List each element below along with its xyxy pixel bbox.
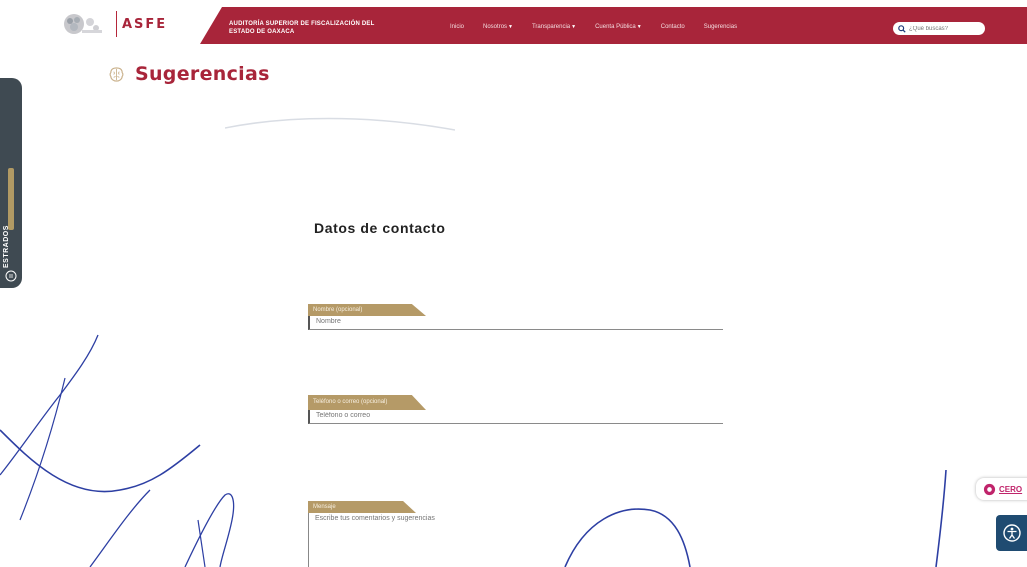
nav-item-contacto[interactable]: Contacto bbox=[661, 24, 685, 30]
logo-divider bbox=[116, 11, 117, 37]
name-field: Nombre (opcional) bbox=[308, 298, 723, 330]
organization-name: AUDITORÍA SUPERIOR DE FISCALIZACIÓN DEL … bbox=[229, 21, 375, 35]
nav-item-cuenta-publica[interactable]: Cuenta Pública▼ bbox=[595, 24, 642, 30]
message-field: Mensaje bbox=[308, 495, 723, 567]
side-tab-label: ESTRADOS bbox=[3, 225, 10, 268]
estrados-side-tab[interactable]: ESTRADOS bbox=[0, 78, 22, 288]
accessibility-icon bbox=[1002, 524, 1021, 542]
message-field-label: Mensaje bbox=[308, 501, 416, 513]
logo-text: ASFE bbox=[122, 16, 168, 32]
search-input[interactable] bbox=[909, 25, 979, 32]
message-textarea[interactable] bbox=[308, 513, 723, 567]
cero-badge[interactable]: CERO bbox=[976, 478, 1027, 500]
caret-down-icon: ▼ bbox=[571, 24, 577, 30]
pen-scribbles bbox=[0, 334, 947, 567]
page-title: Sugerencias bbox=[135, 63, 270, 85]
nav-item-nosotros[interactable]: Nosotros▼ bbox=[483, 24, 513, 30]
decorative-swoosh bbox=[225, 117, 455, 131]
nav-item-inicio[interactable]: Inicio bbox=[450, 24, 464, 30]
contact-heading: Datos de contacto bbox=[314, 220, 446, 236]
page-title-row: Sugerencias bbox=[108, 63, 270, 85]
accessibility-button[interactable] bbox=[996, 515, 1027, 551]
main-nav: Inicio Nosotros▼ Transparencia▼ Cuenta P… bbox=[450, 24, 756, 30]
side-tab-accent bbox=[8, 168, 14, 230]
site-header: ASFE AUDITORÍA SUPERIOR DE FISCALIZACIÓN… bbox=[0, 0, 1027, 48]
list-icon bbox=[5, 270, 17, 282]
nav-item-transparencia[interactable]: Transparencia▼ bbox=[532, 24, 576, 30]
contact-field-label: Teléfono o correo (opcional) bbox=[308, 395, 426, 410]
caret-down-icon: ▼ bbox=[508, 24, 513, 30]
cero-logo-icon bbox=[983, 483, 996, 495]
cero-label: CERO bbox=[999, 484, 1023, 494]
name-field-label: Nombre (opcional) bbox=[308, 304, 426, 316]
contact-field: Teléfono o correo (opcional) bbox=[308, 390, 723, 424]
site-logo[interactable]: ASFE bbox=[60, 10, 167, 38]
search-box[interactable] bbox=[893, 22, 985, 35]
phone-or-email-input[interactable] bbox=[308, 410, 723, 424]
search-icon[interactable] bbox=[898, 24, 906, 33]
name-input[interactable] bbox=[308, 316, 723, 330]
brain-icon bbox=[109, 66, 124, 82]
caret-down-icon: ▼ bbox=[636, 24, 642, 30]
coat-of-arms-icon bbox=[64, 14, 102, 34]
nav-item-sugerencias[interactable]: Sugerencias bbox=[704, 24, 737, 30]
